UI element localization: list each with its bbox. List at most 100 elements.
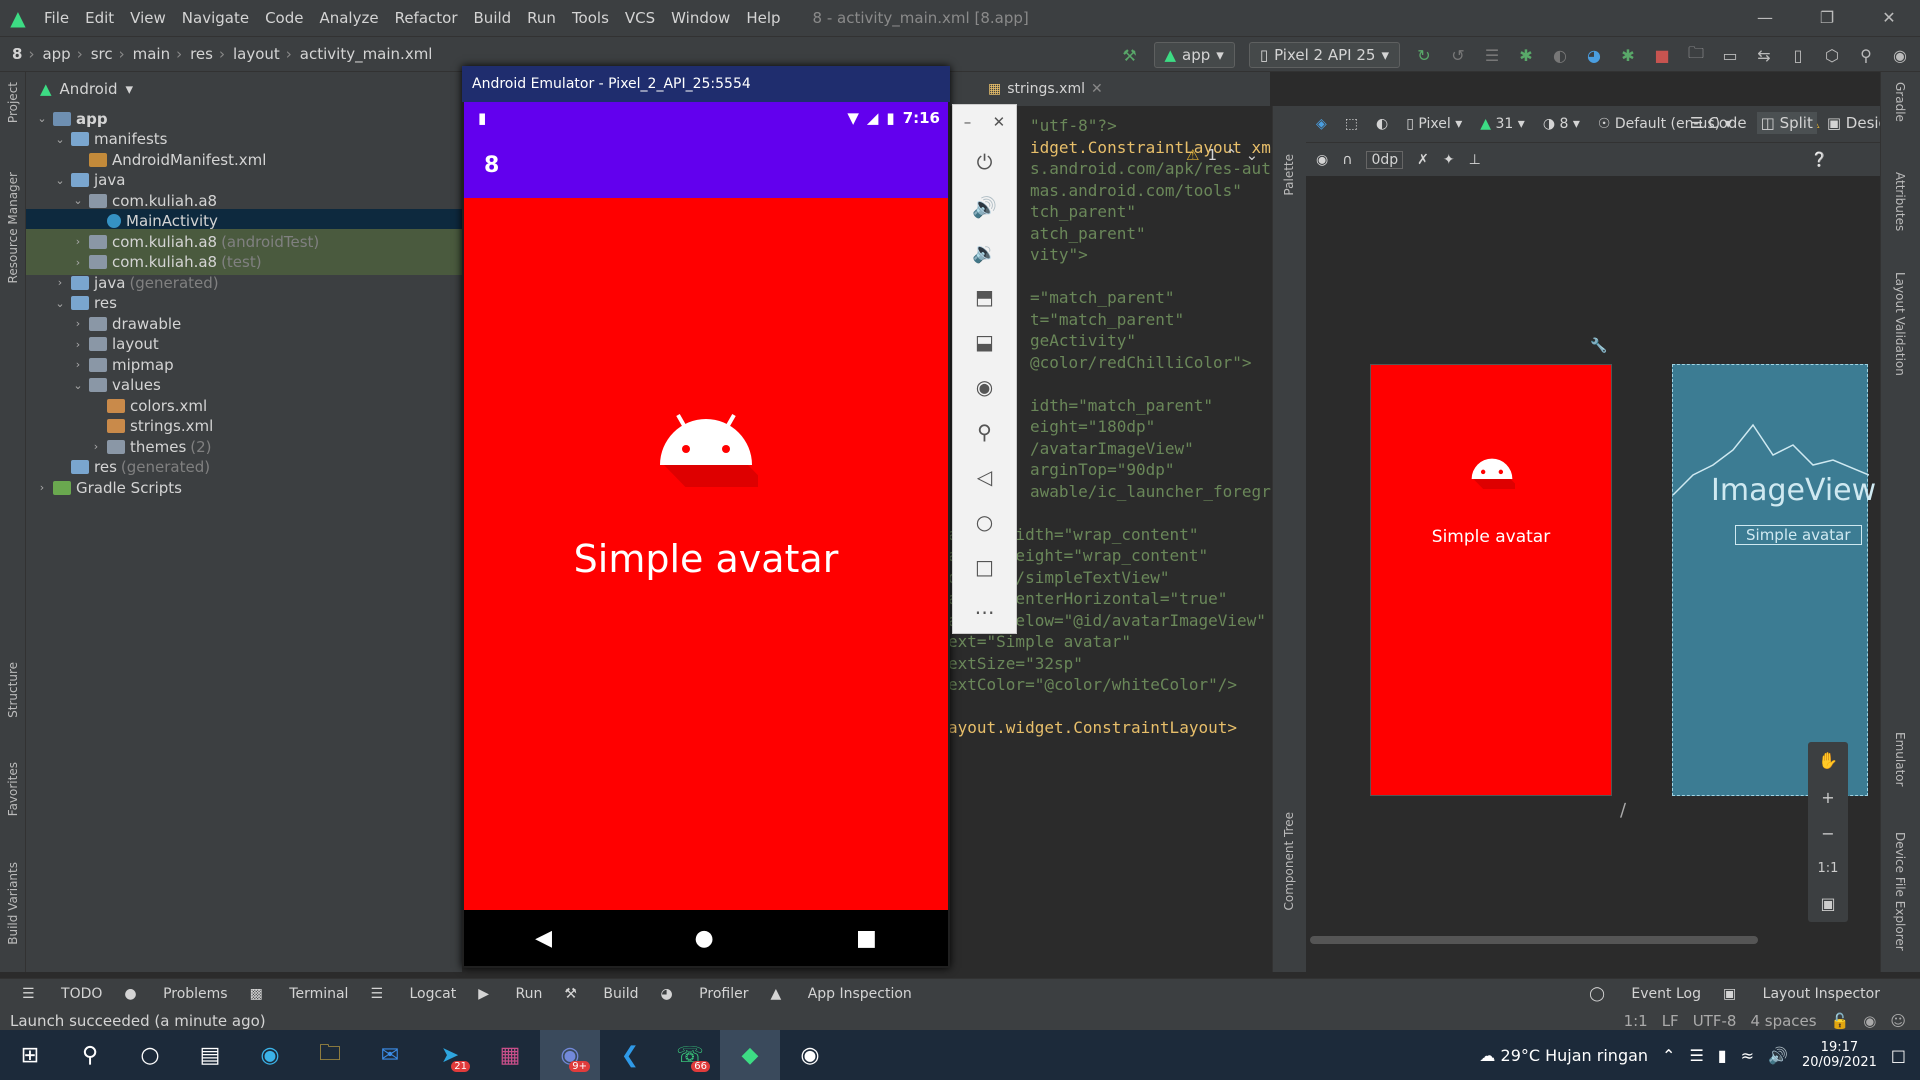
- zoom-ratio-button[interactable]: 1:1: [1818, 861, 1839, 876]
- tool-attributes[interactable]: Attributes: [1893, 172, 1907, 231]
- breadcrumb-item[interactable]: 8: [12, 45, 22, 63]
- file-encoding[interactable]: UTF-8: [1693, 1012, 1737, 1030]
- tool-emulator[interactable]: Emulator: [1893, 732, 1907, 787]
- tool-favorites[interactable]: Favorites: [6, 762, 20, 816]
- menu-build[interactable]: Build: [466, 0, 520, 36]
- overview-icon[interactable]: ■: [856, 926, 877, 951]
- horizontal-scrollbar[interactable]: [1310, 936, 1758, 944]
- inspector-icon[interactable]: ◉: [1863, 1012, 1876, 1030]
- collapsed-arrow-icon[interactable]: ›: [52, 276, 68, 289]
- android-studio-taskbar-icon[interactable]: ◆: [720, 1030, 780, 1080]
- project-structure-icon[interactable]: 🗀: [1686, 43, 1706, 65]
- menu-analyze[interactable]: Analyze: [311, 0, 386, 36]
- tool-layout-inspector[interactable]: ▣ Layout Inspector: [1723, 986, 1880, 1002]
- margin-value[interactable]: 0dp: [1366, 150, 1404, 169]
- menu-vcs[interactable]: VCS: [617, 0, 663, 36]
- magnet-icon[interactable]: ∩: [1342, 152, 1352, 168]
- network-icon[interactable]: ☰: [1689, 1046, 1703, 1065]
- tool-build[interactable]: ⚒ Build: [564, 986, 638, 1002]
- wifi-icon[interactable]: ≈: [1741, 1046, 1754, 1065]
- mail-icon[interactable]: ✉: [360, 1030, 420, 1080]
- expanded-arrow-icon[interactable]: ⌄: [52, 133, 68, 146]
- tool-gradle[interactable]: Gradle: [1893, 82, 1907, 122]
- power-icon[interactable]: ⏻: [953, 139, 1016, 184]
- menu-help[interactable]: Help: [738, 0, 788, 36]
- tool-event-log[interactable]: ◯ Event Log: [1589, 986, 1701, 1002]
- expanded-arrow-icon[interactable]: ⌄: [52, 297, 68, 310]
- blueprint-preview[interactable]: ImageView Simple avatar: [1672, 364, 1876, 796]
- volume-up-icon[interactable]: 🔊: [953, 184, 1016, 229]
- breadcrumb-item[interactable]: app: [42, 45, 70, 63]
- more-icon[interactable]: ⋯: [953, 589, 1016, 634]
- chevron-up-icon[interactable]: ⌃: [1662, 1046, 1675, 1065]
- camera-icon[interactable]: ◉: [953, 364, 1016, 409]
- tool-resource-manager[interactable]: Resource Manager: [6, 172, 20, 283]
- whatsapp-icon[interactable]: ☏ 66: [660, 1030, 720, 1080]
- phone-screen[interactable]: ▮ ▼ ◢ ▮ 7:16 8 Simple avatar ◀ ● ■: [464, 102, 948, 966]
- collapsed-arrow-icon[interactable]: ›: [70, 235, 86, 248]
- file-explorer-icon[interactable]: 🗀: [300, 1030, 360, 1080]
- project-tree-item[interactable]: › Gradle Scripts: [26, 475, 462, 500]
- menu-view[interactable]: View: [122, 0, 174, 36]
- help-icon[interactable]: ❔: [1811, 152, 1828, 168]
- design-preview[interactable]: Simple avatar: [1370, 364, 1612, 796]
- chevron-up-icon[interactable]: ⌃: [1225, 146, 1238, 164]
- winrar-icon[interactable]: ▦: [480, 1030, 540, 1080]
- lock-icon[interactable]: 🔓: [1831, 1012, 1850, 1030]
- collapsed-arrow-icon[interactable]: ›: [70, 358, 86, 371]
- word-icon[interactable]: ◉: [780, 1030, 840, 1080]
- task-view-icon[interactable]: ▤: [180, 1030, 240, 1080]
- tool-device-file-explorer[interactable]: Device File Explorer: [1893, 832, 1907, 951]
- profile-icon[interactable]: ◕: [1584, 45, 1604, 65]
- tool-problems[interactable]: ● Problems: [124, 986, 227, 1002]
- tool-profiler[interactable]: ◕ Profiler: [661, 986, 749, 1002]
- back-icon[interactable]: ◀: [535, 926, 552, 951]
- resize-handle-icon[interactable]: ∕: [1620, 800, 1626, 821]
- rotate-left-icon[interactable]: ⬒: [953, 274, 1016, 319]
- clock[interactable]: 19:17 20/09/2021: [1802, 1040, 1877, 1070]
- breadcrumb-item[interactable]: res: [190, 45, 213, 63]
- home-icon[interactable]: ○: [953, 499, 1016, 544]
- breadcrumb-item[interactable]: layout: [233, 45, 280, 63]
- maximize-button[interactable]: ❐: [1796, 0, 1858, 36]
- breadcrumb-item[interactable]: activity_main.xml: [300, 45, 433, 63]
- lines-icon[interactable]: ☰: [1482, 45, 1502, 65]
- caret-position[interactable]: 1:1: [1624, 1012, 1648, 1030]
- discord-icon[interactable]: ◉ 9+: [540, 1030, 600, 1080]
- close-emulator-icon[interactable]: ✕: [993, 113, 1006, 131]
- orientation-icon[interactable]: ⬚: [1345, 116, 1358, 132]
- menu-tools[interactable]: Tools: [564, 0, 617, 36]
- tool-structure[interactable]: Structure: [6, 662, 20, 718]
- sync-gradle-icon[interactable]: ⇆: [1754, 45, 1774, 65]
- tab-strings-xml[interactable]: ▦ strings.xml ✕: [978, 81, 1113, 97]
- debug-icon[interactable]: ✱: [1516, 45, 1536, 65]
- eye-icon[interactable]: ◉: [1316, 152, 1328, 168]
- expanded-arrow-icon[interactable]: ⌄: [70, 194, 86, 207]
- tool-run[interactable]: ▶ Run: [478, 986, 542, 1002]
- collapsed-arrow-icon[interactable]: ›: [70, 256, 86, 269]
- night-mode-select[interactable]: ◑ 8 ▾: [1543, 116, 1580, 132]
- pan-icon[interactable]: ✋: [1818, 751, 1838, 770]
- close-window-button[interactable]: ✕: [1858, 0, 1920, 36]
- collapsed-arrow-icon[interactable]: ›: [70, 338, 86, 351]
- zoom-icon[interactable]: ⚲: [953, 409, 1016, 454]
- line-separator[interactable]: LF: [1662, 1012, 1679, 1030]
- collapsed-arrow-icon[interactable]: ›: [88, 440, 104, 453]
- guidelines-icon[interactable]: ⊥: [1469, 152, 1481, 168]
- zoom-fit-icon[interactable]: ▣: [1820, 894, 1835, 913]
- hammer-icon[interactable]: ⚒: [1120, 45, 1140, 65]
- volume-icon[interactable]: 🔊: [1768, 1046, 1788, 1065]
- tool-project[interactable]: Project: [6, 82, 20, 123]
- expanded-arrow-icon[interactable]: ⌄: [52, 174, 68, 187]
- vscode-icon[interactable]: ❮: [600, 1030, 660, 1080]
- collapsed-arrow-icon[interactable]: ›: [34, 481, 50, 494]
- menu-navigate[interactable]: Navigate: [174, 0, 257, 36]
- tool-app-inspection[interactable]: ▲ App Inspection: [770, 986, 911, 1002]
- menu-code[interactable]: Code: [257, 0, 311, 36]
- collapsed-arrow-icon[interactable]: ›: [70, 317, 86, 330]
- tool-component-tree[interactable]: Component Tree: [1282, 812, 1296, 910]
- apply-code-changes-icon[interactable]: ↺: [1448, 45, 1468, 65]
- start-button[interactable]: ⊞: [0, 1030, 60, 1080]
- menu-window[interactable]: Window: [663, 0, 738, 36]
- breadcrumb-item[interactable]: main: [133, 45, 170, 63]
